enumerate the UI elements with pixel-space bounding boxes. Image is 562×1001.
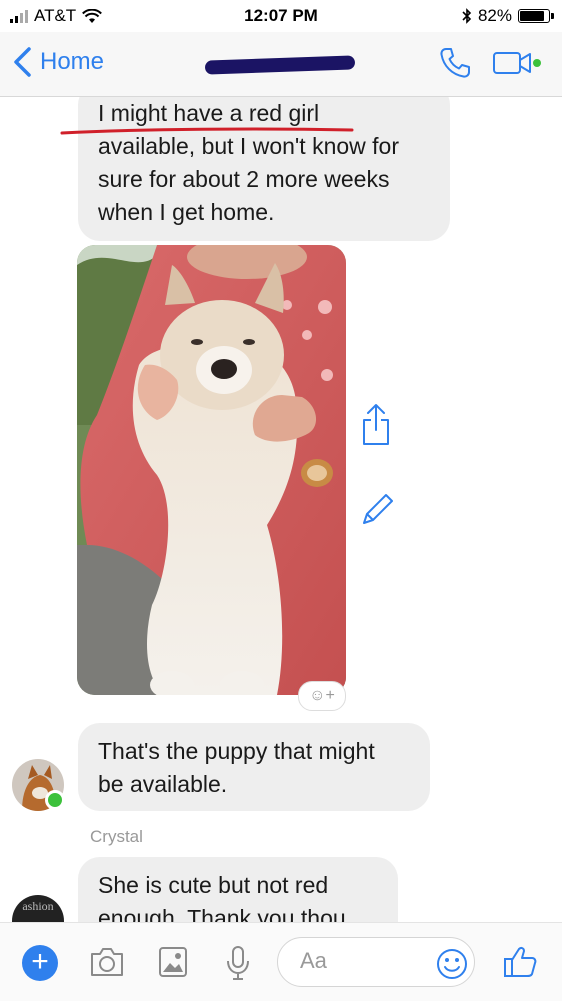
contact-name-redacted [204, 55, 356, 75]
status-right: 82% [462, 6, 554, 26]
edit-pencil-icon[interactable] [360, 491, 396, 527]
message-line: She is cute but not red [98, 872, 329, 898]
message-placeholder: Aa [300, 948, 327, 973]
microphone-icon[interactable] [225, 945, 251, 981]
message-line: when I get home. [98, 199, 275, 225]
avatar[interactable]: ashion [12, 895, 64, 922]
message-line: enough. Thank you thou [98, 905, 346, 922]
battery-icon [518, 9, 554, 23]
camera-icon[interactable] [88, 945, 126, 979]
emoji-add-icon: ☺+ [309, 687, 335, 704]
back-label: Home [40, 48, 105, 75]
sender-name: Crystal [90, 827, 143, 846]
puppy-photo[interactable] [77, 245, 346, 695]
image-icon[interactable] [157, 945, 189, 979]
message-bubble[interactable]: That's the puppy that might be available… [78, 723, 430, 811]
plus-icon: + [31, 945, 49, 978]
message-thread[interactable]: I might have a red girl available, but I… [0, 97, 562, 922]
online-status-dot [45, 790, 65, 810]
puppy-image [77, 245, 346, 695]
share-icon[interactable] [360, 403, 392, 447]
avatar-text: ashion [22, 899, 54, 913]
message-bubble[interactable]: I might have a red girl available, but I… [60, 97, 450, 241]
message-bubble[interactable]: She is cute but not red enough. Thank yo… [78, 857, 398, 922]
battery-percent: 82% [477, 6, 512, 25]
back-button[interactable]: Home [12, 46, 104, 78]
message-line: sure for about 2 more weeks [98, 166, 390, 192]
bluetooth-icon [462, 8, 472, 24]
video-call-icon[interactable] [492, 50, 542, 76]
emoji-icon[interactable] [436, 948, 468, 980]
add-reaction-button[interactable]: ☺+ [298, 681, 346, 711]
message-line: That's the puppy that might [98, 738, 375, 764]
message-line: I might have a red girl [98, 100, 320, 126]
chevron-left-icon [14, 47, 31, 77]
message-composer: + Aa [0, 922, 562, 1001]
red-underline-annotation [60, 127, 354, 135]
more-actions-button[interactable]: + [22, 945, 58, 981]
message-line: be available. [98, 771, 228, 797]
status-bar: AT&T 12:07 PM 82% [0, 0, 562, 32]
thumbs-up-icon[interactable] [502, 945, 538, 979]
conversation-header: Home [0, 32, 562, 97]
phone-icon[interactable] [438, 46, 472, 80]
